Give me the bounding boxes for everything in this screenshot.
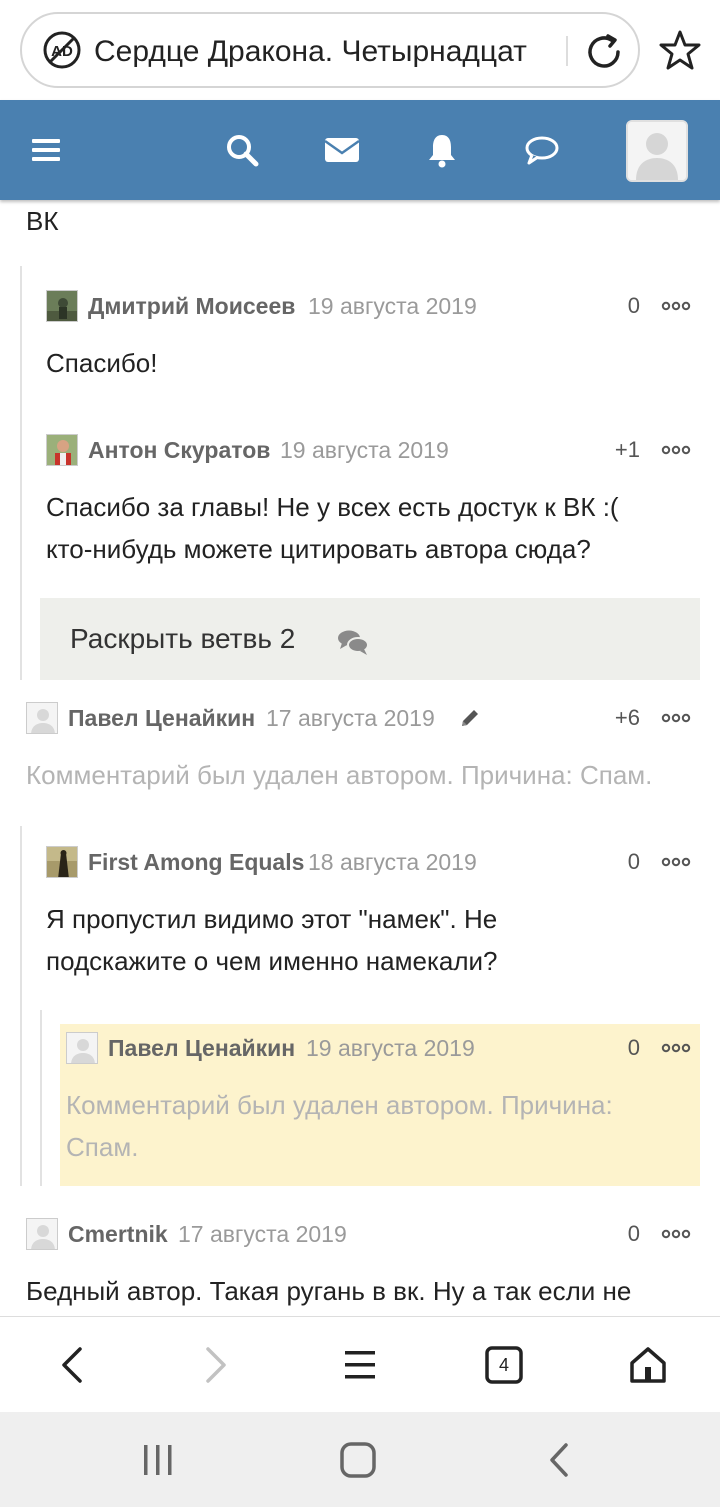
comment-text: кто-нибудь можете цитировать автора сюда… bbox=[46, 534, 591, 564]
comment-text: Спасибо! bbox=[46, 348, 158, 378]
expand-thread-label: Раскрыть ветвь 2 bbox=[70, 623, 296, 654]
thread-line bbox=[40, 1010, 42, 1186]
user-placeholder-icon bbox=[628, 122, 686, 180]
avatar[interactable] bbox=[26, 1218, 58, 1250]
comment-score: 0 bbox=[627, 1035, 640, 1060]
comment-score: +1 bbox=[614, 437, 640, 462]
menu-icon[interactable] bbox=[26, 130, 66, 170]
home-icon[interactable] bbox=[624, 1341, 672, 1389]
comment-score: +6 bbox=[614, 705, 640, 730]
search-icon[interactable] bbox=[222, 130, 262, 170]
more-options-icon[interactable] bbox=[660, 298, 692, 314]
default-avatar-icon bbox=[27, 703, 57, 733]
chat-icon[interactable] bbox=[522, 130, 562, 170]
url-title[interactable]: Сердце Дракона. Четырнадцат bbox=[94, 32, 556, 72]
avatar[interactable] bbox=[46, 846, 78, 878]
comment-date[interactable]: 17 августа 2019 bbox=[266, 702, 435, 734]
browser-address-bar: AD Сердце Дракона. Четырнадцат bbox=[0, 0, 720, 100]
comment-header: Cmertnik 17 августа 2019 0 bbox=[26, 1218, 700, 1250]
comment-score: 0 bbox=[627, 1221, 640, 1246]
bell-icon[interactable] bbox=[422, 130, 462, 170]
avatar[interactable] bbox=[46, 290, 78, 322]
comment-text: подскажите о чем именно намекали? bbox=[46, 946, 498, 976]
deleted-comment-text: Комментарий был удален автором. Причина: bbox=[66, 1090, 613, 1120]
comment-text: Спасибо за главы! Не у всех есть достук … bbox=[46, 492, 619, 522]
avatar[interactable] bbox=[26, 702, 58, 734]
adblock-icon[interactable]: AD bbox=[42, 30, 82, 70]
deleted-comment-text: Спам. bbox=[66, 1132, 139, 1162]
forward-icon[interactable] bbox=[192, 1341, 240, 1389]
back-icon[interactable] bbox=[48, 1341, 96, 1389]
more-options-icon[interactable] bbox=[660, 442, 692, 458]
avatar-image bbox=[47, 435, 77, 465]
comment-score: 0 bbox=[627, 849, 640, 874]
comment-text-fragment: ВК bbox=[26, 206, 59, 236]
url-separator bbox=[566, 36, 568, 66]
reload-icon[interactable] bbox=[582, 30, 626, 74]
comment-author[interactable]: Дмитрий Моисеев bbox=[88, 290, 295, 322]
more-options-icon[interactable] bbox=[660, 1040, 692, 1056]
system-nav-bar bbox=[0, 1412, 720, 1507]
back-icon[interactable] bbox=[540, 1440, 580, 1480]
thread-line bbox=[20, 266, 22, 680]
user-avatar[interactable] bbox=[626, 120, 688, 182]
comment-author[interactable]: First Among Equals bbox=[88, 846, 304, 878]
comment-date[interactable]: 18 августа 2019 bbox=[308, 846, 477, 878]
bookmark-star-icon[interactable] bbox=[658, 28, 702, 72]
comment-header: First Among Equals 18 августа 2019 0 bbox=[46, 846, 700, 878]
comment-score: 0 bbox=[627, 293, 640, 318]
comment-date[interactable]: 19 августа 2019 bbox=[306, 1032, 475, 1064]
default-avatar-icon bbox=[27, 1219, 57, 1249]
avatar[interactable] bbox=[46, 434, 78, 466]
tabs-count: 4 bbox=[498, 1355, 509, 1375]
edited-pencil-icon bbox=[462, 710, 478, 726]
comment-date[interactable]: 17 августа 2019 bbox=[178, 1218, 347, 1250]
deleted-comment-text: Комментарий был удален автором. Причина:… bbox=[26, 760, 653, 790]
default-avatar-icon bbox=[67, 1033, 97, 1063]
more-options-icon[interactable] bbox=[660, 710, 692, 726]
comments-icon bbox=[338, 630, 369, 655]
browser-bottom-nav: 4 bbox=[0, 1316, 720, 1412]
comment-header: Дмитрий Моисеев 19 августа 2019 0 bbox=[46, 290, 700, 322]
comment-author[interactable]: Павел Ценайкин bbox=[108, 1032, 295, 1064]
comment-header: Павел Ценайкин 17 августа 2019 +6 bbox=[26, 702, 700, 734]
recents-icon[interactable] bbox=[138, 1440, 178, 1480]
url-field[interactable]: AD Сердце Дракона. Четырнадцат bbox=[20, 12, 640, 88]
comment-author[interactable]: Антон Скуратов bbox=[88, 434, 270, 466]
home-icon[interactable] bbox=[338, 1440, 378, 1480]
comment-text: Я пропустил видимо этот "намек". Не bbox=[46, 904, 498, 934]
comment-date[interactable]: 19 августа 2019 bbox=[280, 434, 449, 466]
more-options-icon[interactable] bbox=[660, 854, 692, 870]
menu-icon[interactable] bbox=[336, 1341, 384, 1389]
comment-text: Бедный автор. Такая ругань в вк. Ну а та… bbox=[26, 1276, 632, 1306]
comment-header: Павел Ценайкин 19 августа 2019 0 bbox=[66, 1032, 700, 1064]
more-options-icon[interactable] bbox=[660, 1226, 692, 1242]
avatar[interactable] bbox=[66, 1032, 98, 1064]
thread-line bbox=[20, 826, 22, 1186]
comment-header: Антон Скуратов 19 августа 2019 +1 bbox=[46, 434, 700, 466]
mail-icon[interactable] bbox=[322, 130, 362, 170]
comment-author[interactable]: Cmertnik bbox=[68, 1218, 168, 1250]
site-header bbox=[0, 100, 720, 200]
avatar-image bbox=[47, 291, 77, 321]
comments-section: ВК Дмитрий Моисеев 19 августа 2019 0 Спа… bbox=[0, 200, 720, 1316]
comment-date[interactable]: 19 августа 2019 bbox=[308, 290, 477, 322]
avatar-image bbox=[47, 847, 77, 877]
expand-thread-button[interactable]: Раскрыть ветвь 2 bbox=[40, 598, 700, 680]
tabs-button[interactable]: 4 bbox=[485, 1346, 523, 1384]
comment-author[interactable]: Павел Ценайкин bbox=[68, 702, 255, 734]
